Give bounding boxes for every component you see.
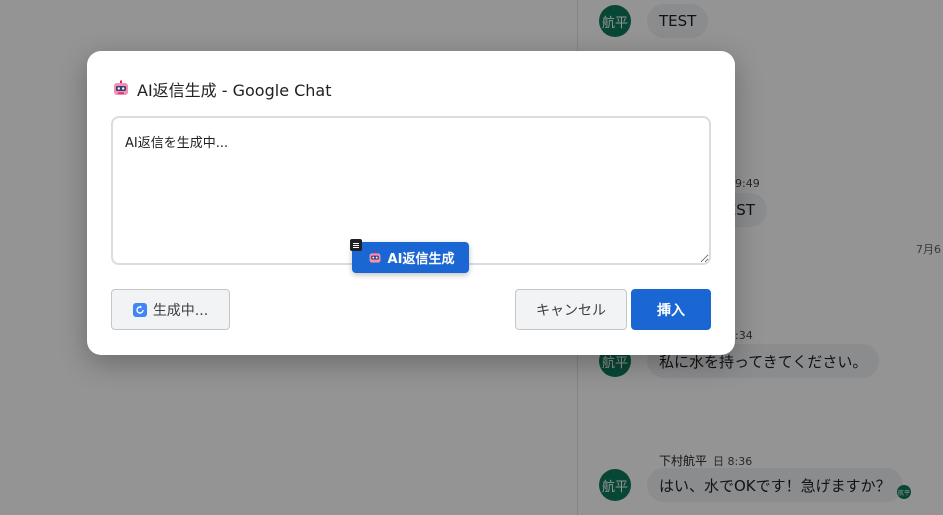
dialog-title: AI返信生成 - Google Chat bbox=[111, 78, 332, 100]
dialog-title-text: AI返信生成 - Google Chat bbox=[137, 81, 332, 100]
robot-icon bbox=[367, 250, 383, 266]
floating-button-label: AI返信生成 bbox=[387, 252, 455, 267]
refresh-icon bbox=[132, 302, 147, 317]
insert-button[interactable]: 挿入 bbox=[631, 289, 711, 330]
generate-button-label: 生成中... bbox=[152, 302, 209, 319]
ai-generate-floating-button[interactable]: AI返信生成 bbox=[352, 242, 469, 273]
generate-button[interactable]: 生成中... bbox=[111, 289, 230, 330]
robot-icon bbox=[111, 79, 131, 99]
cancel-button[interactable]: キャンセル bbox=[515, 289, 627, 330]
ai-reply-dialog: AI返信生成 - Google Chat AI返信を生成中... 生成中... … bbox=[87, 51, 735, 355]
menu-icon[interactable] bbox=[350, 239, 362, 251]
